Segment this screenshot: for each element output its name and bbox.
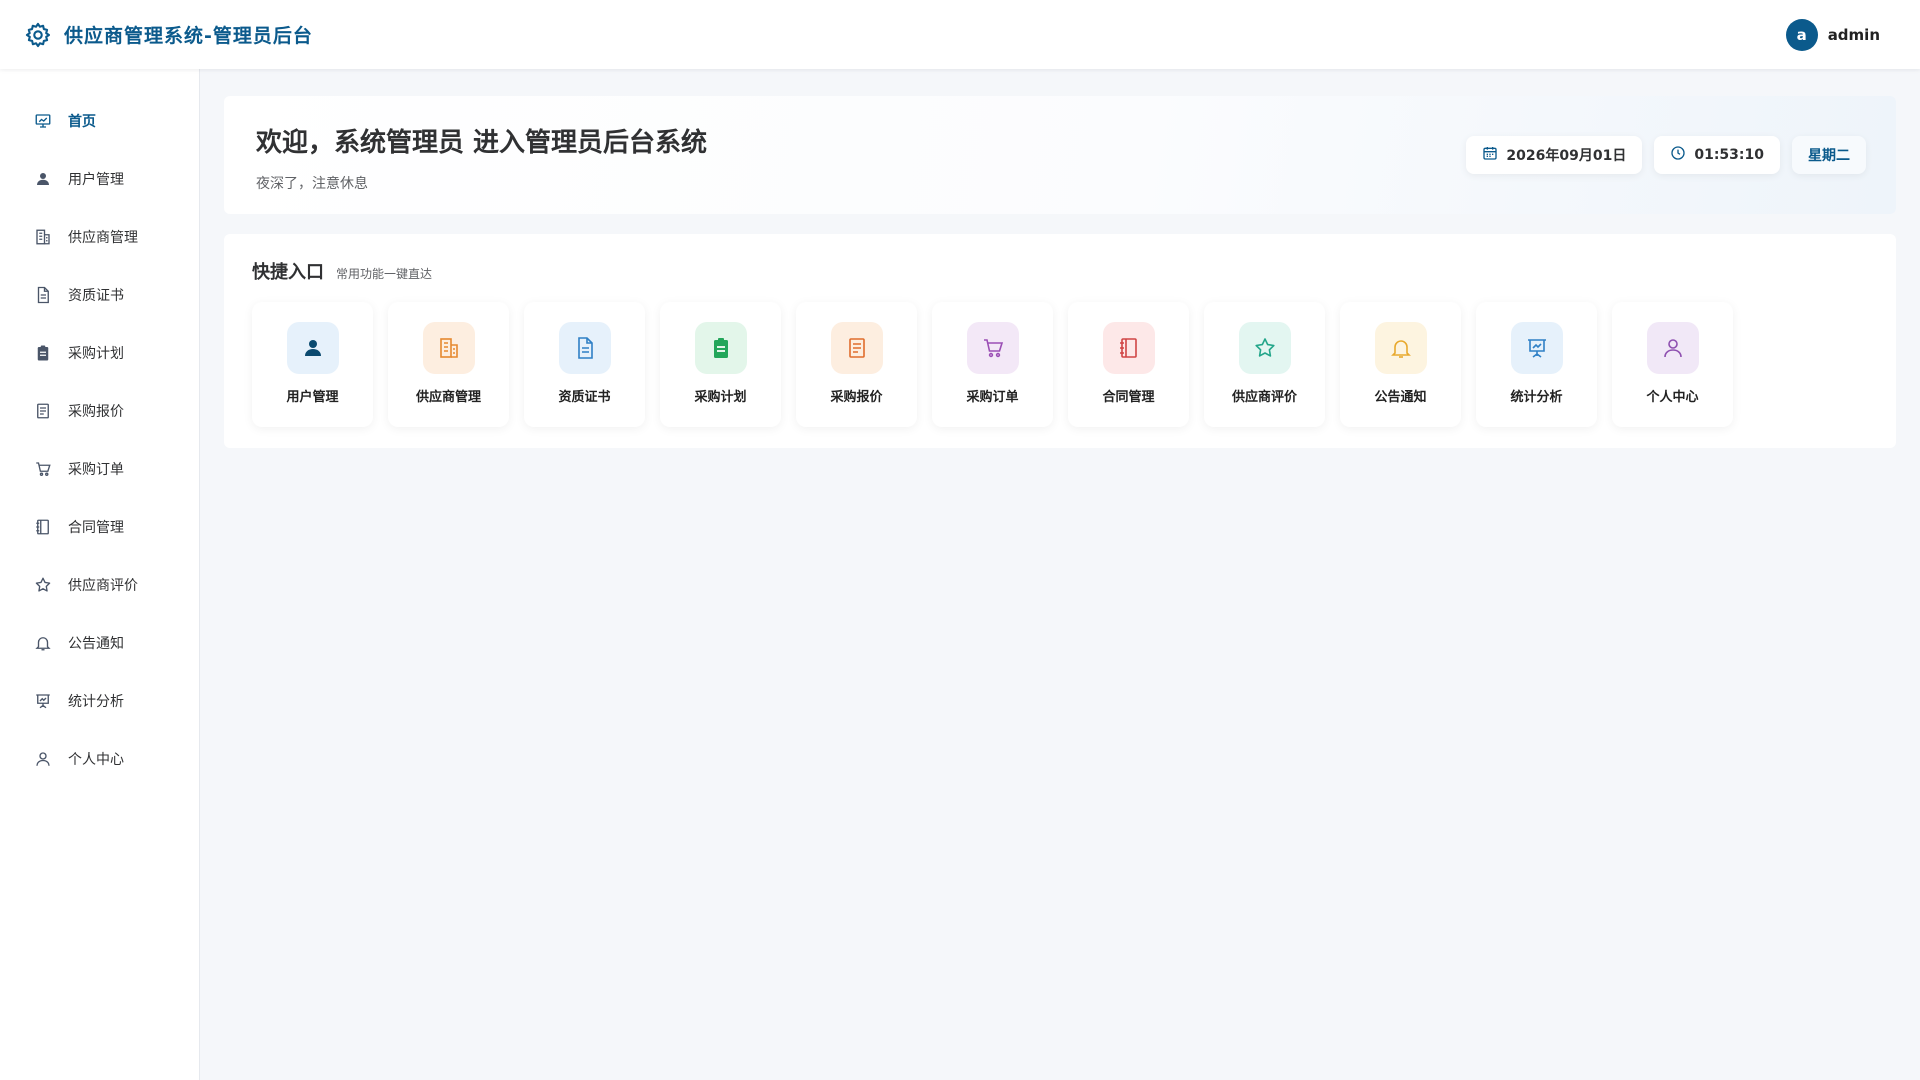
sidebar-item-home[interactable]: 首页: [0, 92, 199, 150]
quick-card-certificates[interactable]: 资质证书: [524, 302, 645, 427]
sidebar-item-label: 采购计划: [68, 346, 124, 362]
quick-card-label: 采购订单: [966, 390, 1019, 405]
sidebar-item-statistics[interactable]: 统计分析: [0, 672, 199, 730]
quick-card-purchase-plan[interactable]: 采购计划: [660, 302, 781, 427]
clock-icon: [1670, 145, 1686, 165]
user-outline-icon: [1646, 322, 1699, 374]
star-icon: [34, 576, 52, 594]
user-filled-icon: [34, 170, 52, 188]
sidebar-item-suppliers[interactable]: 供应商管理: [0, 208, 199, 266]
sidebar-item-users[interactable]: 用户管理: [0, 150, 199, 208]
quick-card-label: 公告通知: [1374, 390, 1427, 405]
user-outline-icon: [34, 750, 52, 768]
notebook-icon: [34, 518, 52, 536]
quick-card-label: 供应商评价: [1231, 390, 1297, 405]
cart-icon: [34, 460, 52, 478]
quick-card-label: 采购计划: [694, 390, 747, 405]
quick-card-label: 用户管理: [286, 390, 339, 405]
calendar-icon: [1482, 145, 1498, 165]
brand[interactable]: 供应商管理系统-管理员后台: [24, 21, 313, 49]
bell-icon: [1374, 322, 1427, 374]
presentation-icon: [1510, 322, 1563, 374]
sidebar-item-label: 统计分析: [68, 694, 124, 710]
sidebar-item-label: 合同管理: [68, 520, 124, 536]
sidebar-item-orders[interactable]: 采购订单: [0, 440, 199, 498]
sidebar-item-label: 用户管理: [68, 172, 124, 188]
gear-icon: [24, 21, 52, 49]
list-doc-icon: [34, 402, 52, 420]
date-text: 2026年09月01日: [1506, 148, 1627, 164]
quick-card-suppliers[interactable]: 供应商管理: [388, 302, 509, 427]
time-chip: 01:53:10: [1654, 136, 1780, 174]
sidebar: 首页 用户管理 供应商管理 资质证书 采购计划 采购报价 采购订单 合同管理 供…: [0, 69, 200, 1080]
sidebar-item-label: 供应商管理: [68, 230, 138, 246]
date-chip: 2026年09月01日: [1466, 136, 1643, 174]
sidebar-item-label: 供应商评价: [68, 578, 138, 594]
quick-card-evaluation[interactable]: 供应商评价: [1204, 302, 1325, 427]
quick-entry-panel: 快捷入口 常用功能一键直达 用户管理 供应商管理 资质证书 采购计划 采购报价 …: [224, 234, 1896, 448]
top-header: 供应商管理系统-管理员后台 a admin: [0, 0, 1920, 69]
time-text: 01:53:10: [1694, 147, 1764, 163]
user-filled-icon: [286, 322, 339, 374]
sidebar-item-label: 公告通知: [68, 636, 124, 652]
sidebar-item-certificates[interactable]: 资质证书: [0, 266, 199, 324]
list-doc-icon: [830, 322, 883, 374]
quick-card-contracts[interactable]: 合同管理: [1068, 302, 1189, 427]
building-icon: [422, 322, 475, 374]
quick-card-notices[interactable]: 公告通知: [1340, 302, 1461, 427]
quick-card-label: 合同管理: [1102, 390, 1155, 405]
presentation-icon: [34, 692, 52, 710]
clipboard-icon: [694, 322, 747, 374]
building-icon: [34, 228, 52, 246]
quick-card-label: 供应商管理: [415, 390, 481, 405]
sidebar-item-label: 资质证书: [68, 288, 124, 304]
username[interactable]: admin: [1828, 26, 1880, 44]
cart-icon: [966, 322, 1019, 374]
sidebar-item-contracts[interactable]: 合同管理: [0, 498, 199, 556]
document-icon: [558, 322, 611, 374]
quick-card-label: 个人中心: [1646, 390, 1699, 405]
avatar[interactable]: a: [1785, 18, 1818, 51]
sidebar-item-label: 个人中心: [68, 752, 124, 768]
bell-icon: [34, 634, 52, 652]
sidebar-item-evaluation[interactable]: 供应商评价: [0, 556, 199, 614]
sidebar-item-notices[interactable]: 公告通知: [0, 614, 199, 672]
sidebar-item-profile[interactable]: 个人中心: [0, 730, 199, 788]
quick-entry-title: 快捷入口: [252, 262, 324, 283]
sidebar-item-label: 采购报价: [68, 404, 124, 420]
quick-card-label: 统计分析: [1510, 390, 1563, 405]
sidebar-item-label: 首页: [68, 114, 96, 130]
sidebar-item-label: 采购订单: [68, 462, 124, 478]
chart-board-icon: [34, 112, 52, 130]
document-icon: [34, 286, 52, 304]
quick-card-label: 采购报价: [830, 390, 883, 405]
clipboard-icon: [34, 344, 52, 362]
quick-card-label: 资质证书: [558, 390, 611, 405]
sidebar-item-quotation[interactable]: 采购报价: [0, 382, 199, 440]
quick-card-statistics[interactable]: 统计分析: [1476, 302, 1597, 427]
quick-card-profile[interactable]: 个人中心: [1612, 302, 1733, 427]
datetime-group: 2026年09月01日 01:53:10 星期二: [1466, 136, 1866, 174]
quick-card-quotation[interactable]: 采购报价: [796, 302, 917, 427]
quick-card-orders[interactable]: 采购订单: [932, 302, 1053, 427]
sidebar-item-purchase-plan[interactable]: 采购计划: [0, 324, 199, 382]
quick-entry-subtitle: 常用功能一键直达: [336, 267, 433, 281]
user-menu[interactable]: a admin: [1785, 18, 1880, 51]
weekday-chip: 星期二: [1792, 136, 1866, 174]
welcome-subtitle: 夜深了，注意休息: [256, 176, 368, 192]
star-icon: [1238, 322, 1291, 374]
app-title: 供应商管理系统-管理员后台: [64, 25, 313, 47]
welcome-banner: 欢迎，系统管理员 进入管理员后台系统 夜深了，注意休息 2026年09月01日 …: [224, 96, 1896, 214]
quick-entry-cards: 用户管理 供应商管理 资质证书 采购计划 采购报价 采购订单 合同管理 供应商评…: [252, 302, 1868, 427]
quick-card-users[interactable]: 用户管理: [252, 302, 373, 427]
weekday-text: 星期二: [1808, 148, 1850, 164]
quick-entry-header: 快捷入口 常用功能一键直达: [252, 258, 1868, 284]
notebook-icon: [1102, 322, 1155, 374]
